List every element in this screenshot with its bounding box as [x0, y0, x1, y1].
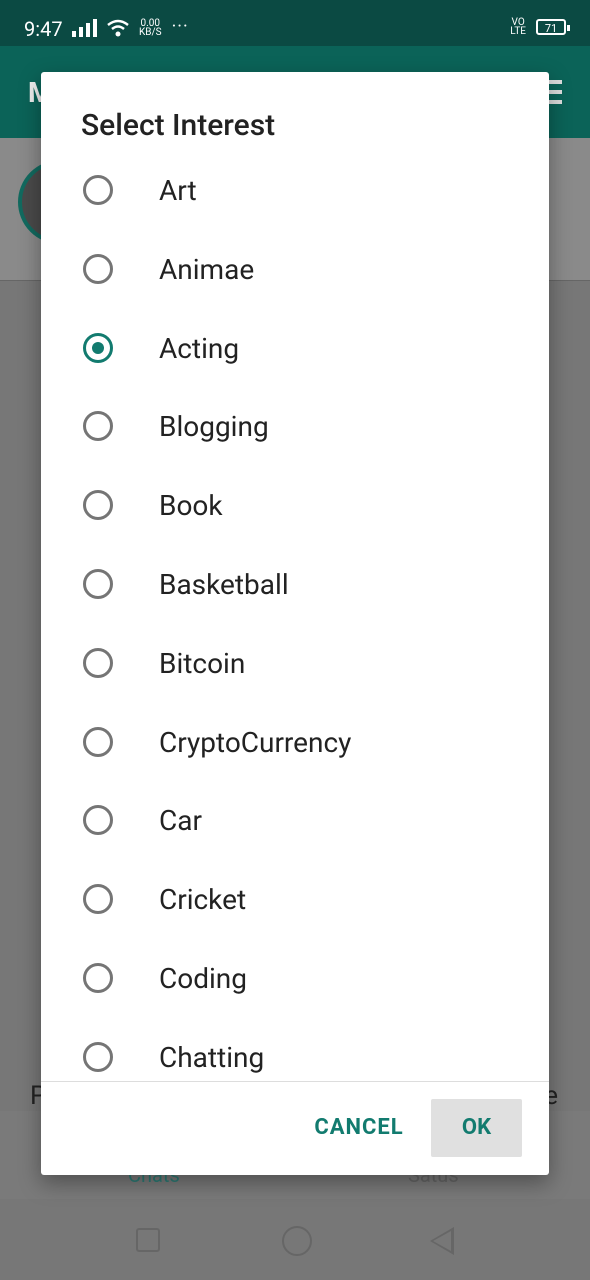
status-icons: 0.00 KB/S ··· — [72, 16, 189, 38]
radio-unchecked-icon[interactable] — [83, 490, 113, 521]
interest-option-label: Coding — [159, 962, 247, 995]
radio-unchecked-icon[interactable] — [83, 175, 113, 205]
more-status-icon: ··· — [171, 16, 189, 37]
radio-unchecked-icon[interactable] — [83, 963, 113, 993]
wifi-icon — [107, 19, 129, 37]
home-icon[interactable] — [282, 1226, 312, 1256]
interest-option-label: Bitcoin — [159, 646, 246, 680]
interest-options-list[interactable]: Art Animae Acting Blogging Book Basketball Bit… — [41, 160, 549, 1082]
radio-unchecked-icon[interactable] — [83, 411, 113, 442]
interest-option[interactable]: Bitcoin — [41, 633, 549, 712]
interest-option-label: Chatting — [159, 1040, 265, 1074]
interest-option[interactable]: Art — [41, 160, 549, 239]
radio-unchecked-icon[interactable] — [83, 884, 113, 915]
radio-unchecked-icon[interactable] — [83, 1041, 113, 1072]
interest-option-label: Basketball — [159, 568, 289, 601]
right-status-icons: VO LTE 71 — [510, 18, 570, 37]
interest-option-label: Animae — [159, 252, 255, 286]
radio-unchecked-icon[interactable] — [83, 805, 113, 836]
status-bar: 9:47 0.00 KB/S ··· VO LTE 71 — [0, 0, 590, 46]
status-time: 9:47 — [24, 17, 63, 41]
dialog-title: Select Interest — [81, 108, 276, 143]
interest-option[interactable]: Chatting — [41, 1027, 549, 1082]
interest-option[interactable]: CryptoCurrency — [41, 712, 549, 791]
cancel-button[interactable]: CANCEL — [308, 1099, 410, 1157]
interest-option[interactable]: Acting — [41, 318, 549, 397]
ok-button[interactable]: OK — [431, 1099, 522, 1157]
interest-option-label: Acting — [159, 331, 240, 365]
interest-option-label: Book — [159, 489, 223, 523]
interest-option-label: Blogging — [159, 410, 269, 444]
interest-option[interactable]: Basketball — [41, 554, 549, 633]
network-speed: 0.00 KB/S — [139, 19, 162, 38]
volte-icon: VO LTE — [510, 18, 526, 37]
interest-option[interactable]: Car — [41, 790, 549, 869]
speed-unit: KB/S — [139, 27, 162, 38]
radio-checked-icon[interactable] — [83, 332, 113, 363]
interest-option-label: Cricket — [159, 883, 247, 917]
signal-icon — [72, 19, 97, 37]
interest-option-label: CryptoCurrency — [159, 725, 352, 759]
back-icon[interactable] — [430, 1227, 454, 1255]
select-interest-dialog: Select Interest Art Animae Acting Blogging B… — [41, 72, 549, 1175]
dialog-divider — [41, 1081, 549, 1082]
radio-unchecked-icon[interactable] — [83, 647, 113, 678]
interest-option-label: Art — [159, 174, 197, 207]
interest-option[interactable]: Coding — [41, 948, 549, 1027]
interest-option[interactable]: Animae — [41, 239, 549, 318]
battery-icon: 71 — [536, 19, 570, 35]
interest-option[interactable]: Blogging — [41, 396, 549, 475]
radio-unchecked-icon[interactable] — [83, 253, 113, 284]
recent-apps-icon[interactable] — [136, 1228, 160, 1252]
system-navigation — [0, 1199, 590, 1280]
radio-unchecked-icon[interactable] — [83, 726, 113, 757]
interest-option[interactable]: Book — [41, 475, 549, 554]
interest-option-label: Car — [159, 804, 202, 838]
interest-option[interactable]: Cricket — [41, 869, 549, 948]
volte-bottom: LTE — [510, 26, 526, 37]
radio-unchecked-icon[interactable] — [83, 569, 113, 599]
